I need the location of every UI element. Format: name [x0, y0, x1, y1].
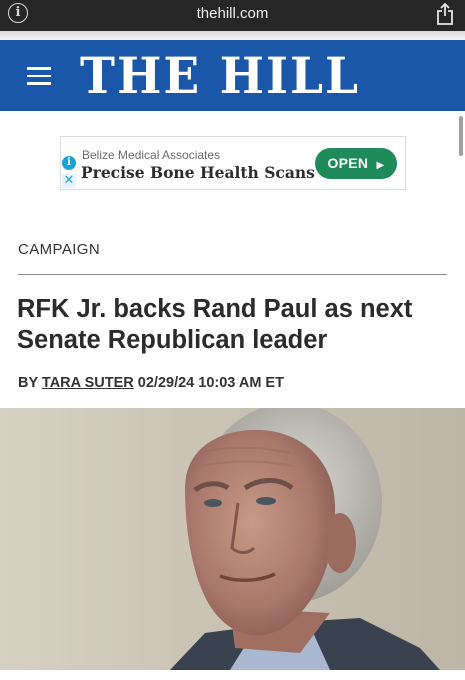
url-text[interactable]: thehill.com: [0, 5, 465, 22]
byline-prefix: BY: [18, 375, 38, 391]
timestamp: 02/29/24 10:03 AM ET: [137, 375, 284, 391]
article-photo: [0, 408, 465, 670]
author-link[interactable]: TARA SUTER: [42, 375, 134, 391]
byline: BY TARA SUTER 02/29/24 10:03 AM ET: [18, 375, 284, 391]
browser-top-bar: i thehill.com: [0, 0, 465, 31]
hamburger-menu-icon[interactable]: [27, 67, 51, 85]
ad-open-button[interactable]: OPEN ▶: [315, 148, 397, 179]
ad-headline[interactable]: Precise Bone Health Scans: [81, 163, 315, 182]
divider: [18, 274, 447, 275]
play-arrow-icon: ▶: [376, 160, 385, 171]
toolbar-shadow: [0, 31, 465, 40]
page-bottom: [0, 670, 465, 680]
site-logo[interactable]: THE HILL: [80, 46, 390, 109]
scrollbar[interactable]: [459, 116, 463, 156]
ad-info-icon[interactable]: i: [62, 156, 76, 170]
section-label[interactable]: CAMPAIGN: [18, 241, 100, 258]
ad-banner[interactable]: i ✕ Belize Medical Associates Precise Bo…: [60, 136, 406, 190]
article-headline: RFK Jr. backs Rand Paul as next Senate R…: [17, 295, 413, 354]
ad-open-label: OPEN: [327, 155, 369, 171]
share-icon[interactable]: [436, 3, 454, 25]
ad-close-icon[interactable]: ✕: [62, 174, 76, 188]
masthead: THE HILL: [0, 40, 465, 111]
ad-sponsor: Belize Medical Associates: [82, 148, 221, 162]
